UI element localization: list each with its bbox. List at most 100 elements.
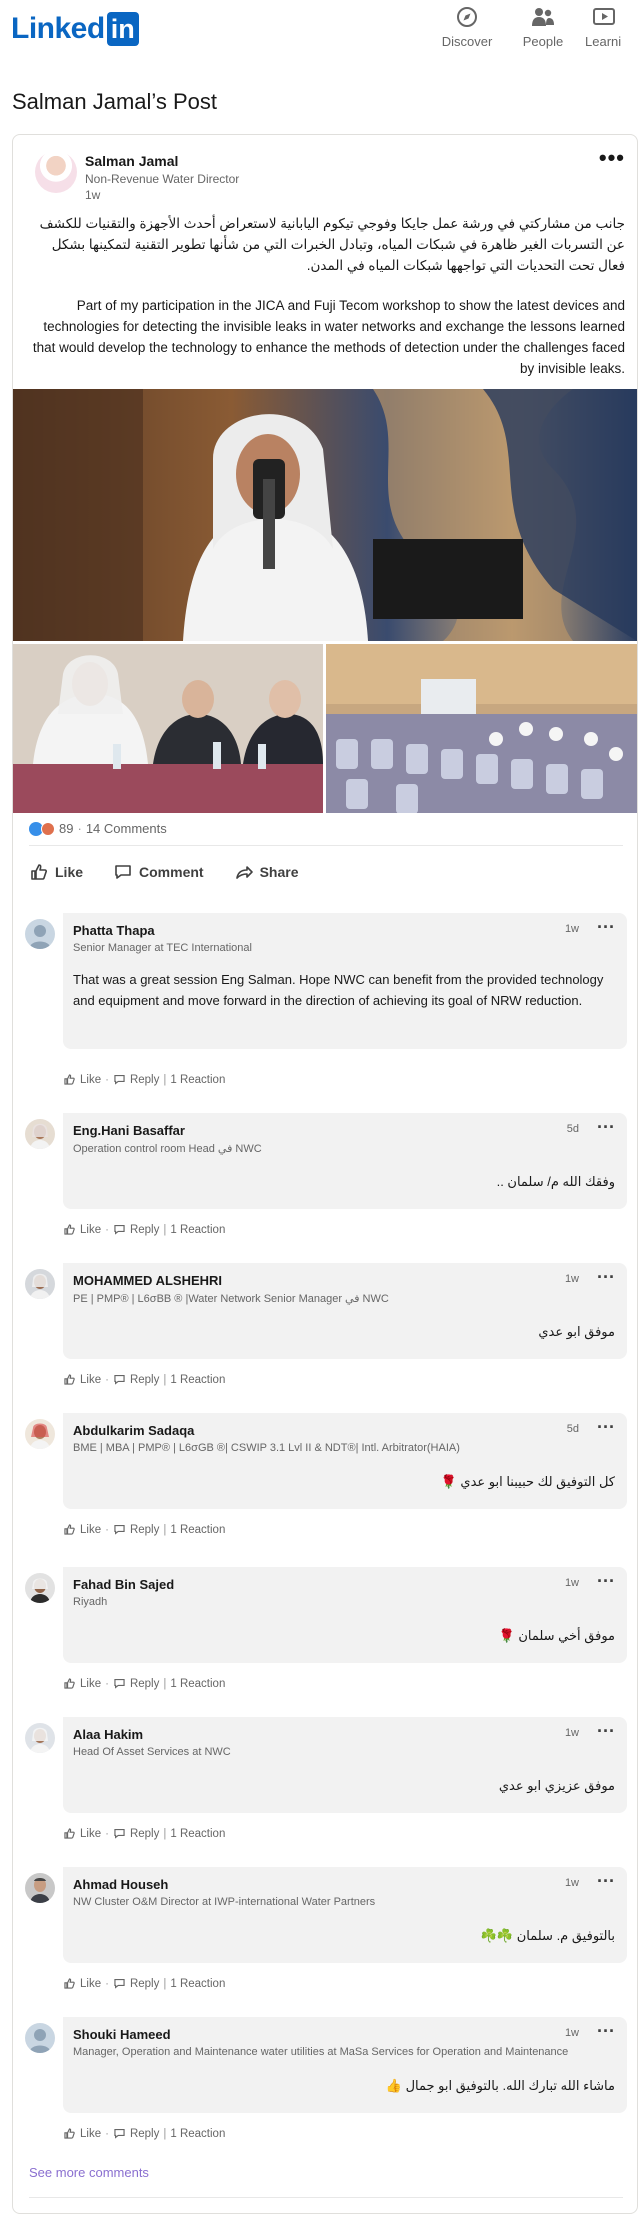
comment-time: 5d <box>566 1423 579 1435</box>
commenter-avatar[interactable] <box>25 1419 55 1449</box>
comment-bubble: Shouki Hameed Manager, Operation and Mai… <box>63 2017 627 2113</box>
commenter-headline: Manager, Operation and Maintenance water… <box>73 2046 569 2058</box>
comment-like-button[interactable]: Like <box>63 1523 101 1536</box>
reply-icon <box>114 1525 125 1535</box>
commenter-name[interactable]: MOHAMMED ALSHEHRI <box>73 1273 222 1288</box>
share-button[interactable]: Share <box>234 857 299 887</box>
comment-more-options-icon[interactable]: ··· <box>597 1117 615 1138</box>
comment-more-options-icon[interactable]: ··· <box>597 1267 615 1288</box>
comment-text: بالتوفيق م. سلمان ☘️☘️ <box>480 1928 615 1943</box>
comment-bubble: Fahad Bin Sajed Riyadh 1w ··· موفق أخي س… <box>63 1567 627 1663</box>
commenter-name[interactable]: Phatta Thapa <box>73 923 155 938</box>
commenter-headline: BME | MBA | PMP® | L6σGB ®| CSWIP 3.1 Lv… <box>73 1442 460 1454</box>
reply-icon <box>114 1679 125 1689</box>
comment-text: That was a great session Eng Salman. Hop… <box>73 972 604 1008</box>
linkedin-logo[interactable]: Linked in <box>11 11 139 47</box>
separator: | <box>163 1073 167 1086</box>
post-actions: Like Comment Share <box>29 857 299 887</box>
learning-play-icon <box>593 8 615 25</box>
commenter-avatar[interactable] <box>25 1873 55 1903</box>
comment-reply-button[interactable]: Reply <box>113 1073 159 1086</box>
reply-icon <box>114 1375 125 1385</box>
like-button[interactable]: Like <box>29 857 83 887</box>
comment-reply-button[interactable]: Reply <box>113 1373 159 1386</box>
comment-reaction-count[interactable]: 1 Reaction <box>170 1374 225 1386</box>
post-photo-attendees[interactable] <box>13 644 323 813</box>
comment-like-button[interactable]: Like <box>63 1073 101 1086</box>
comment-count[interactable]: 14 Comments <box>86 821 167 836</box>
separator: · <box>105 1977 109 1990</box>
comment-reaction-count[interactable]: 1 Reaction <box>170 1524 225 1536</box>
separator: | <box>163 1373 167 1386</box>
comment-like-button[interactable]: Like <box>63 2127 101 2140</box>
post-photo-conference-room[interactable] <box>326 644 637 813</box>
reply-icon <box>114 2129 125 2139</box>
comment-bubble: Abdulkarim Sadaqa BME | MBA | PMP® | L6σ… <box>63 1413 627 1509</box>
commenter-avatar[interactable] <box>25 2023 55 2053</box>
commenter-avatar[interactable] <box>25 1119 55 1149</box>
thumbs-up-icon <box>31 864 47 880</box>
nav-item-discover[interactable]: Discover <box>432 6 502 49</box>
commenter-name[interactable]: Fahad Bin Sajed <box>73 1577 174 1592</box>
commenter-headline: Operation control room Head في NWC <box>73 1143 262 1155</box>
comment-reaction-count[interactable]: 1 Reaction <box>170 2128 225 2140</box>
separator: | <box>163 1523 167 1536</box>
see-more-comments-link[interactable]: See more comments <box>29 2165 149 2180</box>
share-arrow-icon <box>235 866 253 879</box>
comment-reply-label: Reply <box>129 1977 160 1990</box>
comment-reply-button[interactable]: Reply <box>113 1977 159 1990</box>
post-more-options-icon[interactable]: ••• <box>599 145 625 171</box>
nav-item-people[interactable]: People <box>508 6 578 49</box>
commenter-headline: NW Cluster O&M Director at IWP-internati… <box>73 1896 376 1908</box>
comment-more-options-icon[interactable]: ··· <box>597 1571 615 1592</box>
commenter-name[interactable]: Ahmad Househ <box>73 1877 168 1892</box>
comment-reply-label: Reply <box>129 1223 160 1236</box>
comment-reaction-count[interactable]: 1 Reaction <box>170 1678 225 1690</box>
comment-reply-button[interactable]: Reply <box>113 1827 159 1840</box>
nav-label-discover: Discover <box>441 34 493 49</box>
comment-more-options-icon[interactable]: ··· <box>597 2021 615 2042</box>
comment-like-button[interactable]: Like <box>63 1223 101 1236</box>
comment-like-button[interactable]: Like <box>63 1373 101 1386</box>
comment-button[interactable]: Comment <box>113 857 204 887</box>
post-photo-speaker[interactable] <box>13 389 637 641</box>
commenter-avatar[interactable] <box>25 1723 55 1753</box>
commenter-name[interactable]: Alaa Hakim <box>73 1727 143 1742</box>
comment-reaction-count[interactable]: 1 Reaction <box>170 1224 225 1236</box>
commenter-name[interactable]: Eng.Hani Basaffar <box>73 1123 185 1138</box>
nav-label-learning: Learni <box>585 34 622 49</box>
comment-reaction-count[interactable]: 1 Reaction <box>170 1978 225 1990</box>
comment-reaction-count[interactable]: 1 Reaction <box>170 1074 225 1086</box>
comment-reaction-count[interactable]: 1 Reaction <box>170 1828 225 1840</box>
reaction-summary[interactable]: 89 · 14 Comments <box>29 821 167 836</box>
commenter-avatar[interactable] <box>25 1269 55 1299</box>
reply-icon <box>114 1829 125 1839</box>
separator: · <box>105 1827 109 1840</box>
comment-reply-button[interactable]: Reply <box>113 1523 159 1536</box>
commenter-name[interactable]: Shouki Hameed <box>73 2027 171 2042</box>
comment-actions: Like · Reply | 1 Reaction <box>63 2127 225 2140</box>
comment-reply-button[interactable]: Reply <box>113 1223 159 1236</box>
comment-actions: Like · Reply | 1 Reaction <box>63 1977 225 1990</box>
comment-actions: Like · Reply | 1 Reaction <box>63 1373 225 1386</box>
comment-reply-button[interactable]: Reply <box>113 1677 159 1690</box>
commenter-avatar[interactable] <box>25 1573 55 1603</box>
comment-more-options-icon[interactable]: ··· <box>597 1721 615 1742</box>
nav-item-learning[interactable]: Learni <box>585 6 639 49</box>
author-avatar[interactable] <box>35 151 77 193</box>
comment-like-button[interactable]: Like <box>63 1977 101 1990</box>
comment-more-options-icon[interactable]: ··· <box>597 1871 615 1892</box>
commenter-name[interactable]: Abdulkarim Sadaqa <box>73 1423 194 1438</box>
commenter-avatar[interactable] <box>25 919 55 949</box>
author-name[interactable]: Salman Jamal <box>85 153 178 169</box>
comment-reply-button[interactable]: Reply <box>113 2127 159 2140</box>
comment-reply-label: Reply <box>129 1523 160 1536</box>
share-label: Share <box>259 864 299 880</box>
commenter-headline: Riyadh <box>73 1596 108 1608</box>
comment-like-button[interactable]: Like <box>63 1677 101 1690</box>
comment-more-options-icon[interactable]: ··· <box>597 1417 615 1438</box>
comment-like-button[interactable]: Like <box>63 1827 101 1840</box>
divider <box>29 845 623 846</box>
comment-like-label: Like <box>80 1373 102 1386</box>
comment-more-options-icon[interactable]: ··· <box>597 917 615 938</box>
